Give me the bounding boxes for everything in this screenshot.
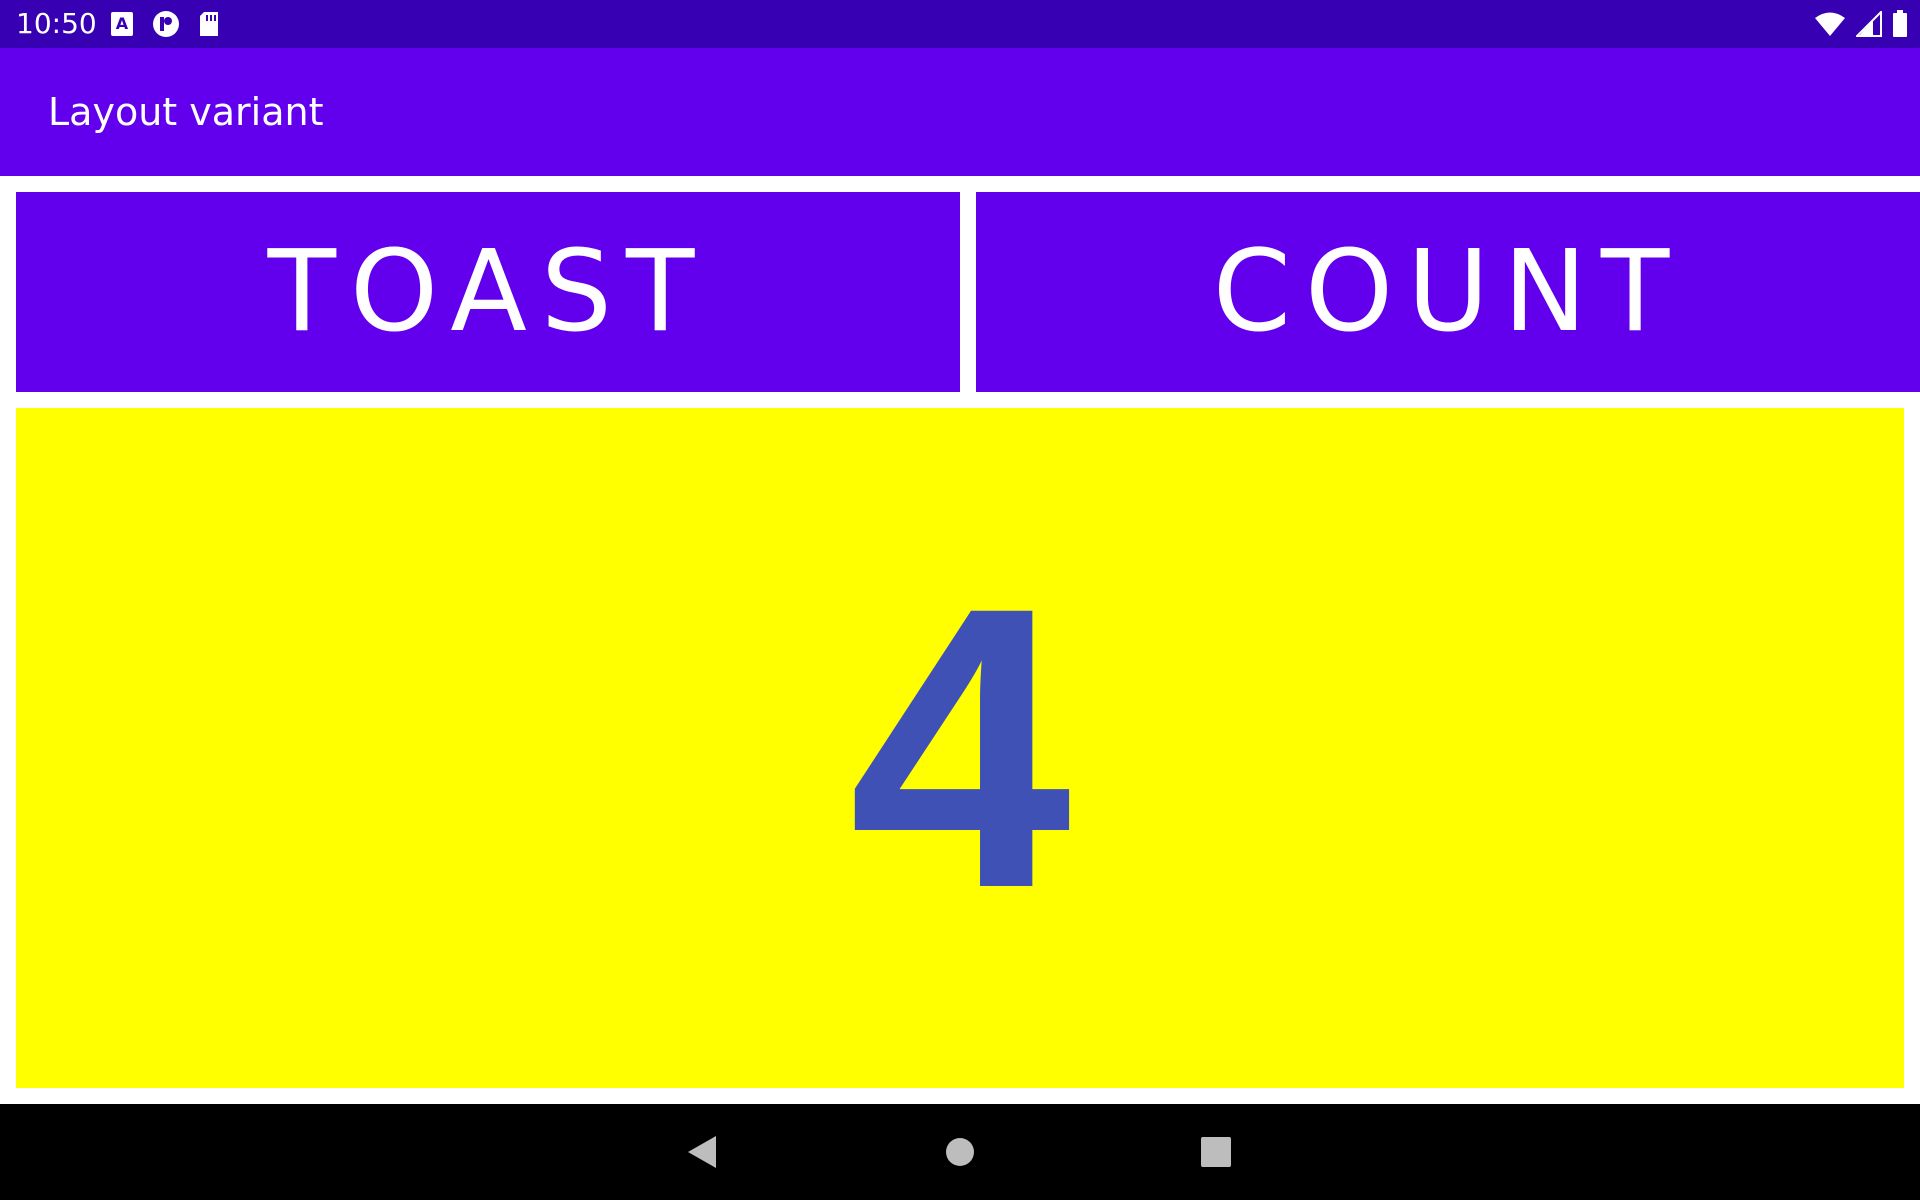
count-button[interactable]: COUNT [976,192,1920,392]
count-display-panel: 4 [16,408,1904,1088]
back-icon [688,1136,716,1168]
svg-text:A: A [116,14,129,33]
status-system-icons [1814,10,1908,38]
status-time: 10:50 [16,7,97,40]
status-bar: 10:50 A [0,0,1920,48]
recents-button[interactable] [1192,1128,1240,1176]
sd-card-icon [200,12,218,36]
app-title: Layout variant [48,90,324,134]
status-notification-icons: A [110,10,220,38]
font-a-icon: A [111,12,133,36]
back-button[interactable] [678,1128,726,1176]
home-icon [946,1138,974,1166]
cell-signal-icon [1856,11,1882,37]
home-button[interactable] [936,1128,984,1176]
navigation-bar [0,1104,1920,1200]
recents-icon [1201,1137,1231,1167]
toast-button[interactable]: TOAST [16,192,960,392]
app-bar: Layout variant [0,48,1920,176]
battery-icon [1893,10,1907,37]
count-value: 4 [848,524,1072,971]
p-badge-icon [153,11,179,37]
wifi-icon [1815,12,1845,36]
